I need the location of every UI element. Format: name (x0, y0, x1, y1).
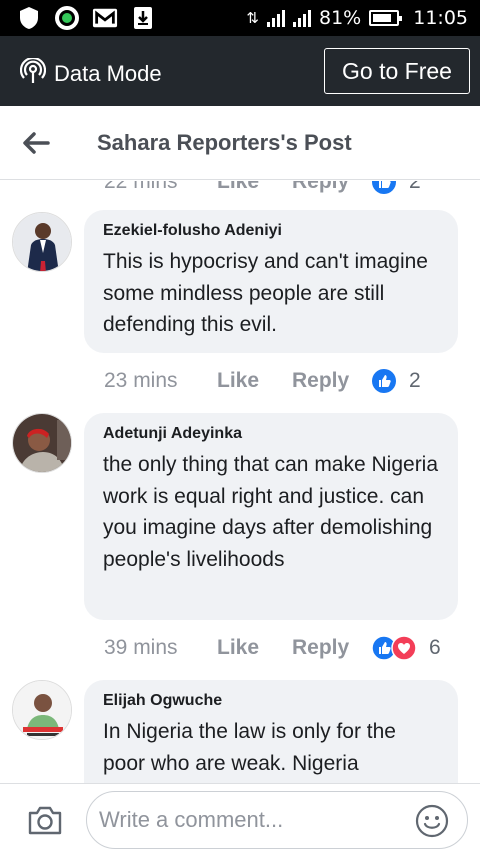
comment-text: In Nigeria the law is only for the poor … (103, 720, 396, 775)
camera-icon[interactable] (27, 804, 63, 836)
gmail-icon (92, 6, 118, 30)
battery-percent: 81% (319, 7, 362, 29)
comment-actions: 39 mins Like Reply 6 (104, 633, 441, 663)
comment-bubble[interactable]: Ezekiel-folusho Adeniyi This is hypocris… (84, 210, 458, 353)
comment-composer (0, 783, 480, 854)
comments-feed[interactable]: 22 mins Like Reply 2 Ezekiel-folusho Ade… (0, 181, 480, 783)
emoji-icon[interactable] (415, 804, 449, 838)
comment-text: the only thing that can make Nigeria wor… (103, 453, 439, 571)
notification-icons (16, 6, 156, 30)
download-icon (130, 6, 156, 30)
comment-author[interactable]: Elijah Ogwuche (103, 692, 442, 710)
comment-input[interactable] (99, 800, 399, 840)
system-indicators: ⇅ 81% 11:05 (246, 7, 468, 29)
comment-actions: 22 mins Like Reply 2 (104, 181, 421, 197)
like-reaction-icon (372, 369, 396, 393)
data-mode-label: Data Mode (54, 61, 162, 86)
clock: 11:05 (413, 7, 468, 29)
comment-time: 23 mins (104, 369, 178, 392)
data-mode-indicator[interactable]: Data Mode (19, 56, 162, 90)
comment-actions: 23 mins Like Reply 2 (104, 366, 421, 396)
comment-text: This is hypocrisy and can't imagine some… (103, 250, 428, 336)
avatar[interactable] (12, 413, 72, 473)
reaction-count: 6 (429, 636, 441, 659)
post-header: Sahara Reporters's Post (0, 106, 480, 180)
shield-icon (16, 6, 42, 30)
signal-icon (293, 9, 311, 27)
battery-icon (369, 10, 403, 26)
comment-author[interactable]: Adetunji Adeyinka (103, 425, 442, 443)
comment-bubble[interactable]: Adetunji Adeyinka the only thing that ca… (84, 413, 458, 620)
like-button[interactable]: Like (217, 181, 292, 194)
back-arrow-icon[interactable] (20, 128, 52, 158)
avatar[interactable] (12, 680, 72, 740)
reaction-count: 2 (409, 369, 421, 392)
data-mode-bar: Data Mode Go to Free (0, 36, 480, 106)
reply-button[interactable]: Reply (292, 369, 371, 393)
broadcast-icon (19, 56, 47, 90)
signal-icon (267, 9, 285, 27)
reply-button[interactable]: Reply (292, 181, 371, 194)
data-transfer-icon: ⇅ (246, 9, 259, 27)
comment-author[interactable]: Ezekiel-folusho Adeniyi (103, 222, 442, 240)
love-reaction-icon (391, 635, 417, 661)
security-check-icon (54, 6, 80, 30)
status-bar: ⇅ 81% 11:05 (0, 0, 480, 36)
comment-bubble[interactable]: Elijah Ogwuche In Nigeria the law is onl… (84, 680, 458, 783)
reactions[interactable]: 2 (371, 368, 421, 394)
like-button[interactable]: Like (217, 636, 292, 660)
like-reaction-icon (372, 181, 396, 194)
go-to-free-button[interactable]: Go to Free (324, 48, 470, 94)
reactions[interactable]: 2 (371, 181, 421, 195)
reactions[interactable]: 6 (371, 635, 441, 661)
reply-button[interactable]: Reply (292, 636, 371, 660)
reaction-count: 2 (409, 181, 421, 193)
comment-time: 22 mins (104, 181, 178, 193)
like-button[interactable]: Like (217, 369, 292, 393)
avatar[interactable] (12, 212, 72, 272)
comment-input-container[interactable] (86, 791, 468, 849)
page-title: Sahara Reporters's Post (97, 130, 352, 155)
comment-time: 39 mins (104, 636, 178, 659)
